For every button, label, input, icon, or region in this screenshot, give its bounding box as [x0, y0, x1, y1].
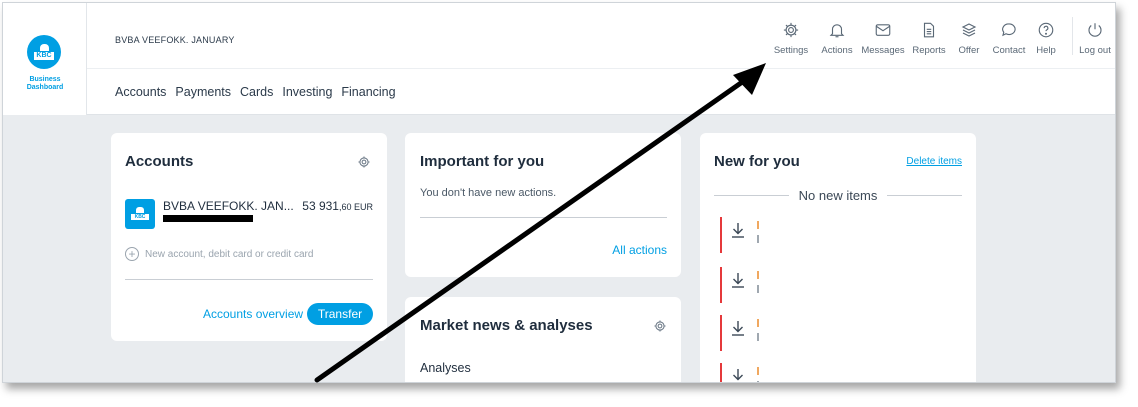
download-icon: [732, 273, 744, 288]
account-icon: KBC: [125, 199, 155, 229]
settings-button[interactable]: Settings: [769, 21, 813, 56]
accounts-overview-link[interactable]: Accounts overview: [203, 307, 303, 321]
account-balance: 53 931,60 EUR: [302, 199, 373, 213]
important-title: Important for you: [420, 153, 545, 170]
item-marker: [757, 319, 759, 327]
layers-icon: [961, 23, 977, 37]
separator-line: [714, 195, 789, 196]
separator-line: [887, 195, 962, 196]
accounts-title: Accounts: [125, 153, 194, 170]
reports-button[interactable]: Reports: [907, 21, 951, 56]
download-icon: [733, 369, 743, 381]
download-icon: [732, 321, 744, 336]
document-icon: [923, 22, 935, 38]
bell-icon: [829, 24, 845, 38]
power-icon: [1088, 23, 1102, 37]
download-item[interactable]: [720, 217, 760, 253]
accounts-card: Accounts KBC BVBA VEEFOKK. JAN... 53 931…: [111, 133, 387, 341]
plus-icon: +: [125, 247, 139, 261]
logout-label: Log out: [1079, 45, 1111, 56]
gear-icon[interactable]: [357, 155, 371, 169]
account-icon-text: KBC: [131, 214, 149, 220]
account-name[interactable]: BVBA VEEFOKK. JAN...: [163, 199, 294, 213]
company-name[interactable]: BVBA VEEFOKK. JANUARY: [115, 35, 235, 45]
offer-button[interactable]: Offer: [947, 21, 991, 56]
new-for-you-title: New for you: [714, 153, 800, 170]
no-actions-message: You don't have new actions.: [420, 187, 557, 199]
item-marker: [757, 285, 759, 293]
balance-integer: 53 931: [302, 199, 339, 213]
offer-label: Offer: [958, 45, 980, 56]
messages-button[interactable]: Messages: [861, 21, 905, 56]
gear-icon[interactable]: [653, 319, 667, 333]
main-nav: Accounts Payments Cards Investing Financ…: [87, 69, 1115, 115]
item-marker: [757, 235, 759, 243]
market-news-card: Market news & analyses Analyses: [405, 297, 681, 382]
new-account-link[interactable]: + New account, debit card or credit card: [125, 247, 313, 261]
envelope-icon: [875, 24, 891, 36]
app-window: KBC Business Dashboard BVBA VEEFOKK. JAN…: [2, 2, 1116, 383]
kbc-logo[interactable]: KBC: [27, 35, 61, 69]
chat-bubble-icon: [1002, 23, 1016, 37]
delete-items-link[interactable]: Delete items: [906, 156, 962, 167]
brand-line1: Business: [29, 76, 61, 83]
nav-investing[interactable]: Investing: [282, 85, 332, 99]
nav-accounts[interactable]: Accounts: [115, 85, 166, 99]
help-label: Help: [1036, 45, 1056, 56]
actions-button[interactable]: Actions: [815, 21, 859, 56]
item-marker: [757, 367, 759, 375]
download-item[interactable]: [720, 315, 760, 351]
logout-button[interactable]: Log out: [1073, 21, 1115, 56]
sidebar: KBC Business Dashboard: [3, 3, 87, 115]
no-items-separator: No new items: [714, 188, 962, 203]
item-marker: [757, 221, 759, 229]
divider: [420, 217, 667, 218]
reports-label: Reports: [912, 45, 946, 56]
actions-label: Actions: [821, 45, 853, 56]
transfer-button[interactable]: Transfer: [307, 303, 373, 325]
account-icon-head: [136, 207, 144, 213]
redacted-account-number: [163, 215, 253, 222]
logo-head-shape: [39, 44, 49, 51]
download-icon: [732, 223, 744, 238]
top-bar: BVBA VEEFOKK. JANUARY Settings Actions M…: [87, 3, 1115, 69]
no-items-text: No new items: [798, 188, 878, 203]
nav-financing[interactable]: Financing: [341, 85, 395, 99]
important-card: Important for you You don't have new act…: [405, 133, 681, 277]
settings-label: Settings: [773, 45, 809, 56]
new-for-you-card: New for you Delete items No new items: [700, 133, 976, 382]
question-icon: [1038, 22, 1054, 38]
analyses-heading[interactable]: Analyses: [420, 361, 471, 375]
balance-decimals: ,60 EUR: [338, 202, 373, 212]
help-button[interactable]: Help: [1024, 21, 1068, 56]
messages-label: Messages: [861, 45, 905, 56]
download-item[interactable]: [720, 267, 760, 303]
item-marker: [757, 381, 759, 382]
logo-text: KBC: [34, 52, 54, 60]
nav-cards[interactable]: Cards: [240, 85, 273, 99]
divider: [125, 279, 373, 280]
new-account-label: New account, debit card or credit card: [145, 248, 314, 260]
gear-icon: [783, 22, 799, 38]
market-title: Market news & analyses: [420, 317, 593, 334]
item-marker: [757, 271, 759, 279]
nav-payments[interactable]: Payments: [175, 85, 231, 99]
brand-label: Business Dashboard: [3, 76, 87, 92]
item-marker: [757, 333, 759, 341]
all-actions-link[interactable]: All actions: [612, 243, 667, 257]
download-item[interactable]: [720, 363, 760, 382]
brand-line2: Dashboard: [26, 84, 64, 91]
